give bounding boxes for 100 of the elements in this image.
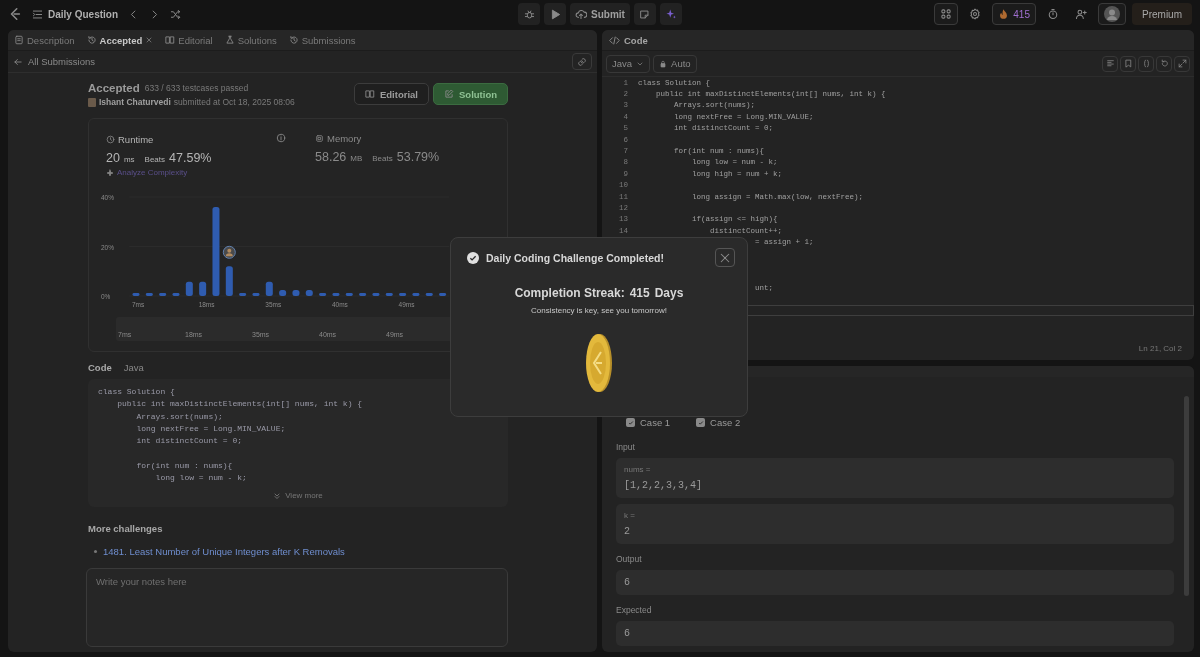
panel-tab[interactable]: Accepted xyxy=(86,34,154,46)
check-circle-icon xyxy=(467,251,479,264)
chevrons-down-icon xyxy=(273,491,282,500)
notes-field[interactable]: Write your notes here xyxy=(86,568,508,647)
field-label: Input xyxy=(616,442,636,452)
section-title: Code xyxy=(88,362,112,373)
bookmark-button[interactable] xyxy=(1120,55,1136,72)
language-dropdown[interactable]: Java xyxy=(606,54,651,73)
bar xyxy=(359,293,367,296)
bar xyxy=(319,293,327,296)
stat-unit: ms xyxy=(123,155,135,164)
premium-button[interactable]: Premium xyxy=(1132,3,1192,25)
add-user-icon xyxy=(1075,8,1087,20)
submit-button[interactable]: Submit xyxy=(570,3,630,25)
close-icon xyxy=(719,251,731,264)
lock-icon xyxy=(659,59,668,68)
ai-button[interactable] xyxy=(659,3,682,25)
code-line: long low = num - k; xyxy=(154,472,248,485)
status-text: Accepted xyxy=(88,82,140,94)
scrollbar[interactable] xyxy=(1184,396,1189,596)
document-icon xyxy=(14,35,24,45)
beats-percent: 47.59% xyxy=(169,151,212,165)
bar xyxy=(199,281,207,296)
expected-value: 6 xyxy=(624,628,631,639)
debug-button[interactable] xyxy=(518,3,541,25)
panel-tab[interactable]: Description xyxy=(14,34,75,46)
edit-icon xyxy=(444,89,454,99)
bar xyxy=(225,266,233,296)
info-icon xyxy=(276,133,286,143)
solution-button[interactable]: Solution xyxy=(433,83,508,105)
back-link[interactable]: All Submissions xyxy=(13,56,96,67)
bar xyxy=(305,290,313,296)
submitted-text: submitted at Oct 18, 2025 08:06 xyxy=(173,97,295,107)
panel-tab[interactable]: Editorial xyxy=(165,34,213,46)
stat-label: Runtime xyxy=(118,133,154,145)
expand-icon xyxy=(1177,59,1187,68)
bar xyxy=(372,293,380,296)
bar xyxy=(332,293,340,296)
streak-label: Completion Streak: xyxy=(514,286,625,300)
problem-title[interactable]: Daily Question xyxy=(48,8,118,20)
avatar-icon xyxy=(1104,6,1120,22)
bar xyxy=(385,293,393,296)
field-label: Expected xyxy=(616,605,653,615)
panel-tab[interactable]: Submissions xyxy=(288,34,356,46)
streak-count: 415 xyxy=(629,286,650,300)
run-button[interactable] xyxy=(544,3,567,25)
streak-button[interactable]: 415 xyxy=(992,3,1036,25)
flask-icon xyxy=(224,35,235,45)
bar xyxy=(412,293,420,296)
chip-icon xyxy=(315,134,324,143)
code-line: class Solution { xyxy=(98,386,176,398)
note-button[interactable] xyxy=(633,3,656,25)
avatar-icon xyxy=(88,97,96,107)
close-icon xyxy=(145,36,154,44)
output-value: 6 xyxy=(624,577,631,588)
sparkle-icon xyxy=(106,168,114,177)
bar xyxy=(399,293,407,296)
book-icon xyxy=(165,35,176,45)
bookmark-icon xyxy=(1123,59,1133,68)
timer-icon xyxy=(1047,8,1059,20)
braces-button[interactable] xyxy=(1138,55,1154,72)
dialog-message: Consistency is key, see you tomorrow! xyxy=(531,306,667,315)
bar xyxy=(185,281,193,296)
case-tab[interactable]: Case 2 xyxy=(696,417,741,428)
bar xyxy=(252,293,260,296)
panel-tab[interactable]: Solutions xyxy=(224,34,277,46)
expand-button[interactable] xyxy=(1174,55,1190,72)
case-tab[interactable]: Case 1 xyxy=(626,417,671,428)
reset-button[interactable] xyxy=(1156,55,1172,72)
code-line: long nextFree = Long.MIN_VALUE; xyxy=(135,422,287,435)
bar xyxy=(425,293,433,296)
code-icon xyxy=(609,34,620,46)
streak-unit: Days xyxy=(654,286,684,300)
bar xyxy=(239,293,247,296)
beats-percent: 53.79% xyxy=(396,150,440,164)
auto-toggle[interactable]: Auto xyxy=(653,54,697,73)
testcases-text: 633 / 633 testcases passed xyxy=(144,83,249,93)
view-more-button[interactable]: View more xyxy=(88,490,508,501)
variable-value: [1,2,2,3,3,4] xyxy=(624,480,703,491)
author-link[interactable]: Ishant Chaturvedi xyxy=(99,97,171,107)
share-button[interactable] xyxy=(572,53,592,70)
stat-label: Memory xyxy=(327,133,362,144)
format-button[interactable] xyxy=(1102,55,1118,72)
code-line: for(int num : nums){ xyxy=(135,459,234,472)
field-label: Output xyxy=(616,554,643,564)
editorial-button[interactable]: Editorial xyxy=(354,83,429,105)
layout-button[interactable] xyxy=(934,3,959,25)
close-button[interactable] xyxy=(715,248,735,267)
code-line: Arrays.sort(nums); xyxy=(135,410,224,423)
panel-title: Code xyxy=(624,34,648,46)
grid-icon xyxy=(940,8,953,20)
language-label: Java xyxy=(123,362,144,373)
code-line: int distinctCount = 0; xyxy=(135,435,244,448)
beats-label: Beats xyxy=(372,154,393,163)
bug-icon xyxy=(523,8,535,20)
bar xyxy=(292,290,300,296)
settings-icon xyxy=(969,8,982,20)
challenge-link[interactable]: 1481. Least Number of Unique Integers after K Removals xyxy=(103,546,345,557)
bar xyxy=(145,293,153,296)
avatar-button[interactable] xyxy=(1098,3,1126,25)
